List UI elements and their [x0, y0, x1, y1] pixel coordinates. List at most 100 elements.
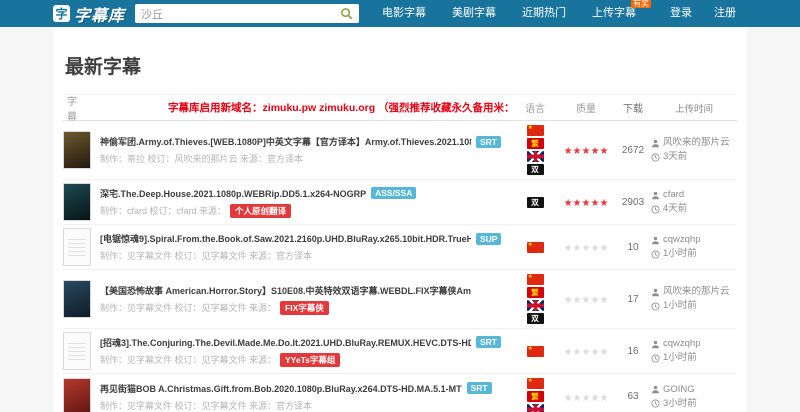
maker-checker-source-text: 制作：cfard 校订：cfard 来源：	[100, 204, 226, 217]
search-input[interactable]	[135, 5, 333, 22]
star-icon: ★	[564, 198, 573, 209]
domain-announcement[interactable]: 字幕库启用新域名：zimuku.pw zimuku.org （强烈推荐收藏永久备…	[164, 100, 513, 115]
rating-stars: ★★★★★	[557, 193, 615, 211]
table-row: 再见街猫BOB A.Christmas.Gift.from.Bob.2020.1…	[63, 374, 737, 412]
subtitle-title-link[interactable]: [招魂3].The.Conjuring.The.Devil.Made.Me.Do…	[100, 336, 471, 349]
star-icon: ★	[573, 243, 582, 254]
uploader-cell: 风吹来的那片云 1小时前	[651, 285, 737, 313]
logo-text: 字幕库	[74, 2, 125, 26]
uploader-name[interactable]: 风吹来的那片云	[663, 136, 730, 150]
nav-upload-subtitles[interactable]: 上传字幕 有奖	[579, 0, 649, 27]
col-header-language: 语言	[513, 100, 557, 115]
subtitle-title-link[interactable]: [电锯惊魂9].Spiral.From.the.Book.of.Saw.2021…	[100, 232, 471, 245]
login-link[interactable]: 登录	[659, 0, 703, 27]
upload-time: 1小时前	[663, 351, 697, 365]
table-row: 深宅.The.Deep.House.2021.1080p.WEBRip.DD5.…	[63, 180, 737, 225]
download-count: 16	[615, 346, 651, 357]
language-icons: 繁双	[513, 124, 557, 176]
col-header-uploaded: 上传时间	[651, 101, 737, 115]
subtitle-meta: 制作：cfard 校订：cfard 来源： 个人原创翻译	[100, 204, 513, 218]
download-count: 17	[615, 294, 651, 305]
table-row: [招魂3].The.Conjuring.The.Devil.Made.Me.Do…	[63, 329, 737, 374]
subtitle-info: 深宅.The.Deep.House.2021.1080p.WEBRip.DD5.…	[100, 187, 513, 218]
subtitle-title-link[interactable]: 深宅.The.Deep.House.2021.1080p.WEBRip.DD5.…	[100, 187, 366, 200]
star-icon: ★	[599, 393, 608, 404]
uploader-name[interactable]: GOING	[663, 383, 695, 397]
clock-icon	[651, 354, 660, 363]
maker-checker-source-text: 制作：蒂拉 校订：风吹来的那片云 来源：官方译本	[100, 152, 303, 165]
language-icons: 繁双	[513, 273, 557, 325]
language-icons	[513, 345, 557, 358]
subtitle-title-link[interactable]: 【美国恐怖故事 American.Horror.Story】S10E08.中英特…	[100, 284, 471, 297]
star-icon: ★	[564, 393, 573, 404]
subtitle-thumbnail[interactable]	[63, 228, 91, 266]
star-icon: ★	[599, 295, 608, 306]
lang-cn-icon	[527, 346, 544, 357]
subtitle-thumbnail[interactable]	[63, 183, 91, 221]
register-link[interactable]: 注册	[703, 0, 747, 27]
lang-shuang-icon: 双	[527, 164, 544, 175]
maker-checker-source-text: 制作：见字幕文件 校订：见字幕文件 来源：	[100, 301, 276, 314]
subtitle-info: [电锯惊魂9].Spiral.From.the.Book.of.Saw.2021…	[100, 232, 513, 262]
source-group-badge: YYeTs字幕组	[280, 353, 340, 367]
page-title: 最新字幕	[63, 27, 737, 94]
format-badge: SRT	[476, 136, 501, 148]
lang-shuang-icon: 双	[527, 313, 544, 324]
language-icons	[513, 241, 557, 254]
lang-uk-icon	[527, 404, 544, 412]
uploader-name[interactable]: cqwzqhp	[663, 233, 701, 247]
nav-recent-hot[interactable]: 近期热门	[509, 0, 579, 27]
upload-reward-badge: 有奖	[631, 0, 651, 8]
upload-time: 3小时前	[663, 397, 697, 411]
subtitle-title-link[interactable]: 神偷军团.Army.of.Thieves.[WEB.1080P]中英文字幕【官方…	[100, 135, 471, 148]
clock-icon	[651, 250, 660, 259]
star-icon: ★	[564, 243, 573, 254]
uploader-name[interactable]: cqwzqhp	[663, 337, 701, 351]
col-header-rating: 质量	[557, 100, 615, 115]
maker-checker-source-text: 制作：见字幕文件 校订：见字幕文件 来源：官方译本	[100, 399, 312, 412]
subtitle-meta: 制作：蒂拉 校订：风吹来的那片云 来源：官方译本	[100, 152, 513, 165]
upload-time: 1小时前	[663, 247, 697, 261]
upload-time: 4天前	[663, 202, 687, 216]
search-button[interactable]	[333, 4, 359, 23]
subtitle-thumbnail[interactable]	[63, 280, 91, 318]
subtitle-info: [招魂3].The.Conjuring.The.Devil.Made.Me.Do…	[100, 336, 513, 367]
format-badge: SRT	[467, 382, 492, 394]
star-icon: ★	[599, 243, 608, 254]
subtitle-thumbnail[interactable]	[63, 131, 91, 169]
subtitle-thumbnail[interactable]	[63, 332, 91, 370]
subtitle-title-link[interactable]: 再见街猫BOB A.Christmas.Gift.from.Bob.2020.1…	[100, 382, 462, 395]
subtitle-info: 【美国恐怖故事 American.Horror.Story】S10E08.中英特…	[100, 284, 513, 315]
star-icon: ★	[573, 295, 582, 306]
table-row: 【美国恐怖故事 American.Horror.Story】S10E08.中英特…	[63, 270, 737, 329]
lang-fan-icon: 繁	[527, 287, 544, 298]
lang-cn-icon	[527, 274, 544, 285]
uploader-cell: GOING 3小时前	[651, 383, 737, 411]
uploader-name[interactable]: cfard	[663, 188, 684, 202]
star-icon: ★	[573, 146, 582, 157]
star-icon: ★	[564, 347, 573, 358]
format-badge: ASS/SSA	[371, 187, 416, 199]
subtitle-thumbnail[interactable]	[63, 378, 91, 412]
subtitle-meta: 制作：见字幕文件 校订：见字幕文件 来源：官方译本	[100, 399, 513, 412]
user-icon	[651, 288, 660, 297]
lang-cn-icon	[527, 242, 544, 253]
nav-movie-subtitles[interactable]: 电影字幕	[369, 0, 439, 27]
lang-shuang-icon: 双	[527, 197, 544, 208]
clock-icon	[651, 153, 660, 162]
rating-stars: ★★★★★	[557, 290, 615, 308]
star-icon: ★	[599, 347, 608, 358]
download-count: 63	[615, 391, 651, 402]
source-group-badge: 个人原创翻译	[230, 204, 291, 218]
table-row: [电锯惊魂9].Spiral.From.the.Book.of.Saw.2021…	[63, 225, 737, 270]
clock-icon	[651, 399, 660, 408]
uploader-cell: cfard 4天前	[651, 188, 737, 216]
subtitle-meta: 制作：见字幕文件 校订：见字幕文件 来源： YYeTs字幕组	[100, 353, 513, 367]
nav-tv-subtitles[interactable]: 美剧字幕	[439, 0, 509, 27]
uploader-name[interactable]: 风吹来的那片云	[663, 285, 730, 299]
subtitle-meta: 制作：见字幕文件 校订：见字幕文件 来源： FIX字幕侠	[100, 301, 513, 315]
site-logo[interactable]: 字 字幕库	[53, 2, 125, 26]
lang-fan-icon: 繁	[527, 391, 544, 402]
lang-uk-icon	[527, 151, 544, 162]
nav-upload-label: 上传字幕	[592, 7, 636, 19]
